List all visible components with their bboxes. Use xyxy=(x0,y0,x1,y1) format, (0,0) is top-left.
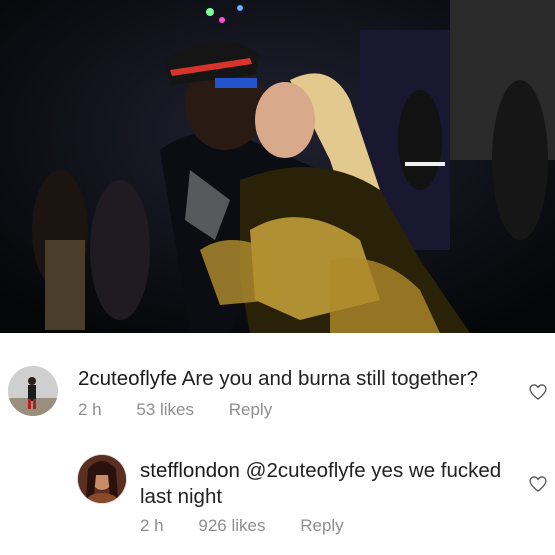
user-avatar-icon[interactable] xyxy=(78,455,126,503)
comment-time: 2 h xyxy=(78,400,102,419)
comment-meta: 2 h 53 likes Reply xyxy=(78,400,272,420)
comment-reply: stefflondon @2cuteoflyfe yes we fucked l… xyxy=(0,450,555,550)
comment-likes[interactable]: 926 likes xyxy=(198,516,265,536)
comment-time: 2 h xyxy=(140,516,164,535)
heart-outline-icon[interactable] xyxy=(528,382,548,402)
comment-text: 2cuteoflyfe Are you and burna still toge… xyxy=(78,366,518,392)
comment-username[interactable]: stefflondon xyxy=(140,459,240,482)
comment-mention[interactable]: @2cuteoflyfe xyxy=(246,459,366,482)
comment-username[interactable]: 2cuteoflyfe xyxy=(78,367,177,390)
reply-button[interactable]: Reply xyxy=(300,516,343,536)
post-photo xyxy=(0,0,555,333)
comment-likes[interactable]: 53 likes xyxy=(136,400,194,420)
heart-outline-icon[interactable] xyxy=(528,474,548,494)
comment-meta: 2 h 926 likes Reply xyxy=(140,516,344,536)
reply-button[interactable]: Reply xyxy=(229,400,272,420)
comment: 2cuteoflyfe Are you and burna still toge… xyxy=(0,340,555,430)
party-photo-image xyxy=(0,0,555,333)
comment-text: stefflondon @2cuteoflyfe yes we fucked l… xyxy=(140,458,520,510)
user-avatar-icon[interactable] xyxy=(8,366,58,416)
comment-body: Are you and burna still together? xyxy=(181,367,479,390)
